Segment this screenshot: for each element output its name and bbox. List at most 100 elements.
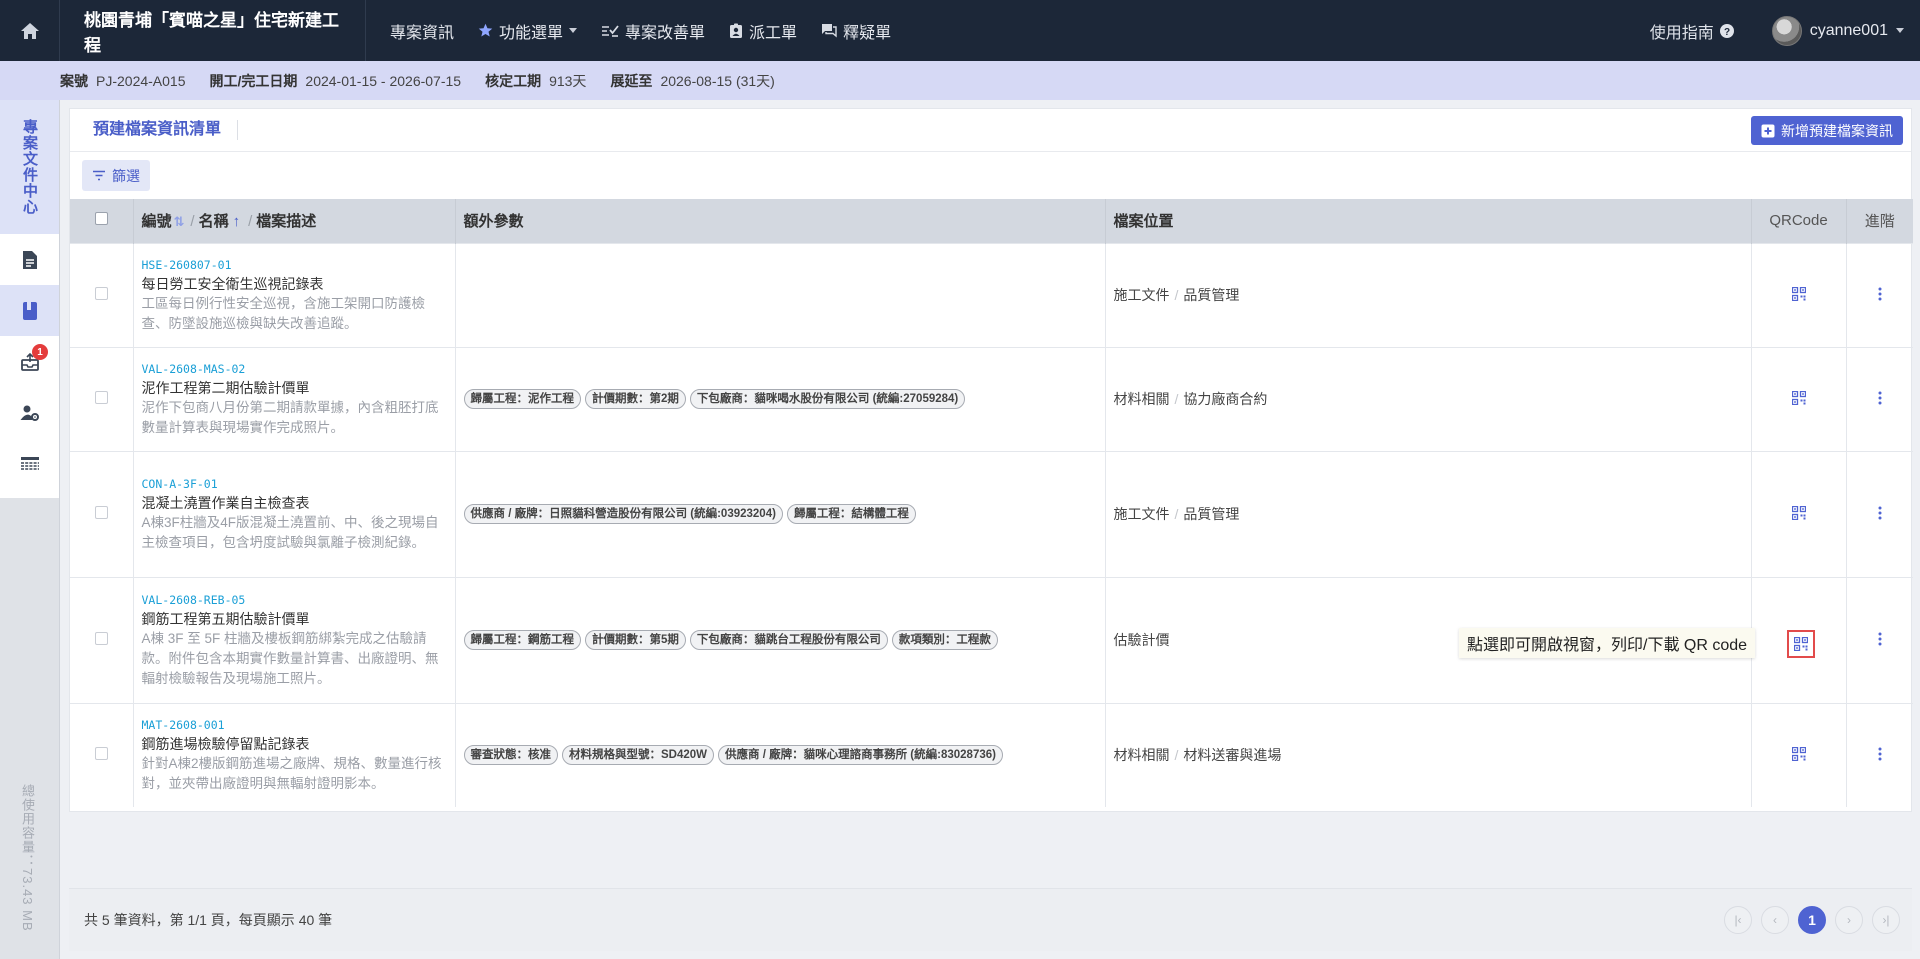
param-tag: 歸屬工程：鋼筋工程 <box>463 630 581 650</box>
main-panel: 預建檔案資訊清單 新增預建檔案資訊 篩選 編號 ⇅ / 名稱 ↑ / 檔案描述 額外參數 檔… <box>69 108 1913 812</box>
location-cell: 材料相關 / 協力廠商合約 <box>1105 346 1752 451</box>
sort-both-icon[interactable]: ⇅ <box>174 214 185 229</box>
table-row[interactable]: HSE-260807-01 每日勞工安全衛生巡視記錄表 工區每日例行性安全巡視，含施… <box>70 242 1913 347</box>
first-page-button[interactable]: |‹ <box>1724 906 1752 934</box>
location-main: 施工文件 <box>1113 506 1170 522</box>
more-actions-button[interactable] <box>1872 283 1888 308</box>
param-tag: 下包廠商：貓咪喝水股份有限公司 (統編:27059284) <box>689 389 966 409</box>
sidebar-header: 專案文件中心 <box>0 100 59 234</box>
sidebar-item-table[interactable] <box>0 438 59 489</box>
params-cell: 審查狀態：核准 材料規格與型號：SD420W 供應商 / 廠牌：貓咪心理諮商事務所 … <box>455 702 1106 807</box>
qr-code-icon <box>1791 286 1806 301</box>
more-vertical-icon <box>1878 391 1882 404</box>
advanced-cell <box>1846 450 1913 577</box>
qr-code-button[interactable] <box>1791 390 1806 408</box>
table-row[interactable]: CON-A-3F-01 混凝土澆置作業自主檢查表 A棟3F柱牆及4F版混凝土澆置前、… <box>70 450 1913 577</box>
nav-project-info[interactable]: 專案資訊 <box>378 0 466 61</box>
advanced-cell <box>1846 576 1913 703</box>
sort-asc-icon[interactable]: ↑ <box>233 213 241 230</box>
location-sub: 材料送審與進場 <box>1183 747 1282 764</box>
more-actions-button[interactable] <box>1872 387 1888 412</box>
page-button[interactable]: 1 <box>1798 906 1826 934</box>
header-code[interactable]: 編號 <box>142 213 172 230</box>
param-tag: 審查狀態：核准 <box>463 745 558 766</box>
help-icon: ? <box>1719 23 1734 38</box>
caret-down-icon[interactable] <box>1896 27 1904 34</box>
filter-button[interactable]: 篩選 <box>82 160 150 191</box>
username[interactable]: cyanne001 <box>1810 22 1888 40</box>
file-description: 針對A棟2樓版鋼筋進場之廠牌、規格、數量進行核對，並夾帶出廠證明與無輻射證明影本… <box>141 756 442 792</box>
header-name[interactable]: 名稱 <box>199 213 229 230</box>
file-name[interactable]: 每日勞工安全衛生巡視記錄表 <box>142 274 447 294</box>
params-cell: 歸屬工程：鋼筋工程 計價期數：第5期 下包廠商：貓跳台工程股份有限公司 款項類別：工程… <box>455 576 1106 703</box>
qr-code-button[interactable] <box>1791 746 1806 764</box>
nav-label: 派工單 <box>749 24 798 42</box>
row-checkbox[interactable] <box>94 747 108 761</box>
row-checkbox[interactable] <box>94 506 108 519</box>
next-page-button[interactable]: › <box>1835 906 1863 934</box>
row-checkbox[interactable] <box>94 287 108 300</box>
prev-page-button[interactable]: ‹ <box>1761 906 1789 934</box>
table-footer: 共 5 筆資料，第 1/1 頁，每頁顯示 40 筆 |‹ ‹ 1 › ›| <box>69 888 1912 951</box>
sidebar-item-user-settings[interactable] <box>0 387 59 438</box>
file-code: VAL-2608-REB-05 <box>141 593 246 607</box>
home-button[interactable] <box>0 0 60 61</box>
select-cell <box>70 702 134 807</box>
nav-dispatch-form[interactable]: 派工單 <box>717 0 809 61</box>
add-prebuilt-file-button[interactable]: 新增預建檔案資訊 <box>1751 116 1903 145</box>
select-cell <box>70 346 134 451</box>
qrcode-cell <box>1751 242 1847 347</box>
qr-code-icon <box>1791 505 1806 520</box>
qrcode-cell <box>1751 346 1847 451</box>
table-header-row: 編號 ⇅ / 名稱 ↑ / 檔案描述 額外參數 檔案位置 QRCode 進階 <box>70 199 1913 243</box>
sidebar-item-file-list[interactable] <box>0 285 59 336</box>
file-name[interactable]: 混凝土澆置作業自主檢查表 <box>142 493 447 513</box>
book-icon <box>22 301 37 320</box>
sidebar-item-notifications[interactable]: 1 <box>0 336 59 387</box>
location-sub: 品質管理 <box>1183 287 1240 303</box>
more-actions-button[interactable] <box>1872 628 1888 653</box>
more-actions-button[interactable] <box>1872 502 1888 527</box>
qr-code-button[interactable] <box>1791 286 1806 304</box>
location-main: 估驗計價 <box>1113 632 1170 648</box>
qr-tooltip: 點選即可開啟視窗，列印/下載 QR code <box>1459 628 1756 658</box>
location-main: 施工文件 <box>1113 287 1170 303</box>
header-desc: 檔案描述 <box>256 213 317 231</box>
file-name[interactable]: 鋼筋工程第五期估驗計價單 <box>142 609 447 629</box>
qr-code-highlighted-button[interactable] <box>1787 630 1815 658</box>
code-name-cell: MAT-2608-001 鋼筋進場檢驗停留點記錄表 針對A棟2樓版鋼筋進場之廠牌、規… <box>133 702 456 807</box>
more-actions-button[interactable] <box>1872 743 1888 768</box>
nav-improvement-form[interactable]: 專案改善單 <box>589 0 717 61</box>
select-cell <box>70 450 134 577</box>
sidebar: 專案文件中心 1 總使用容量：73.43 MB <box>0 100 60 959</box>
qr-code-icon <box>1791 746 1806 761</box>
select-all-checkbox[interactable] <box>94 212 108 226</box>
page-title: 預建檔案資訊清單 <box>93 120 239 140</box>
location-sub: 品質管理 <box>1183 506 1240 522</box>
table-icon <box>20 456 39 470</box>
more-vertical-icon <box>1878 747 1882 761</box>
row-checkbox[interactable] <box>94 632 108 645</box>
header-advanced: 進階 <box>1864 213 1895 231</box>
avatar[interactable] <box>1771 15 1802 46</box>
param-tag: 歸屬工程：泥作工程 <box>463 389 581 409</box>
sidebar-item-documents[interactable] <box>0 234 59 285</box>
user-guide-link[interactable]: 使用指南 ? <box>1650 19 1734 43</box>
qr-code-button[interactable] <box>1791 505 1806 523</box>
file-description: A棟 3F 至 5F 柱牆及樓板鋼筋綁紮完成之估驗請款。附件包含本期實作數量計算… <box>141 631 439 686</box>
nav-function-menu[interactable]: 功能選單 <box>466 0 589 61</box>
file-description: 工區每日例行性安全巡視，含施工架開口防護檢查、防墜設施巡檢與缺失改善追蹤。 <box>141 296 426 331</box>
file-name[interactable]: 鋼筋進場檢驗停留點記錄表 <box>142 734 447 754</box>
checklist-icon <box>602 24 619 37</box>
advanced-cell <box>1846 702 1913 807</box>
last-page-button[interactable]: ›| <box>1872 906 1900 934</box>
row-checkbox[interactable] <box>94 391 108 404</box>
nav-label: 專案資訊 <box>390 24 455 42</box>
table-row[interactable]: VAL-2608-MAS-02 泥作工程第二期估驗計價單 泥作下包商八月份第二期請款… <box>70 346 1913 451</box>
location-main: 材料相關 <box>1113 747 1170 764</box>
qr-code-icon <box>1794 637 1808 651</box>
nav-clarification-form[interactable]: 釋疑單 <box>809 0 903 61</box>
table-row[interactable]: MAT-2608-001 鋼筋進場檢驗停留點記錄表 針對A棟2樓版鋼筋進場之廠牌、規… <box>70 702 1913 807</box>
qr-code-icon <box>1791 390 1806 405</box>
file-name[interactable]: 泥作工程第二期估驗計價單 <box>142 378 447 398</box>
